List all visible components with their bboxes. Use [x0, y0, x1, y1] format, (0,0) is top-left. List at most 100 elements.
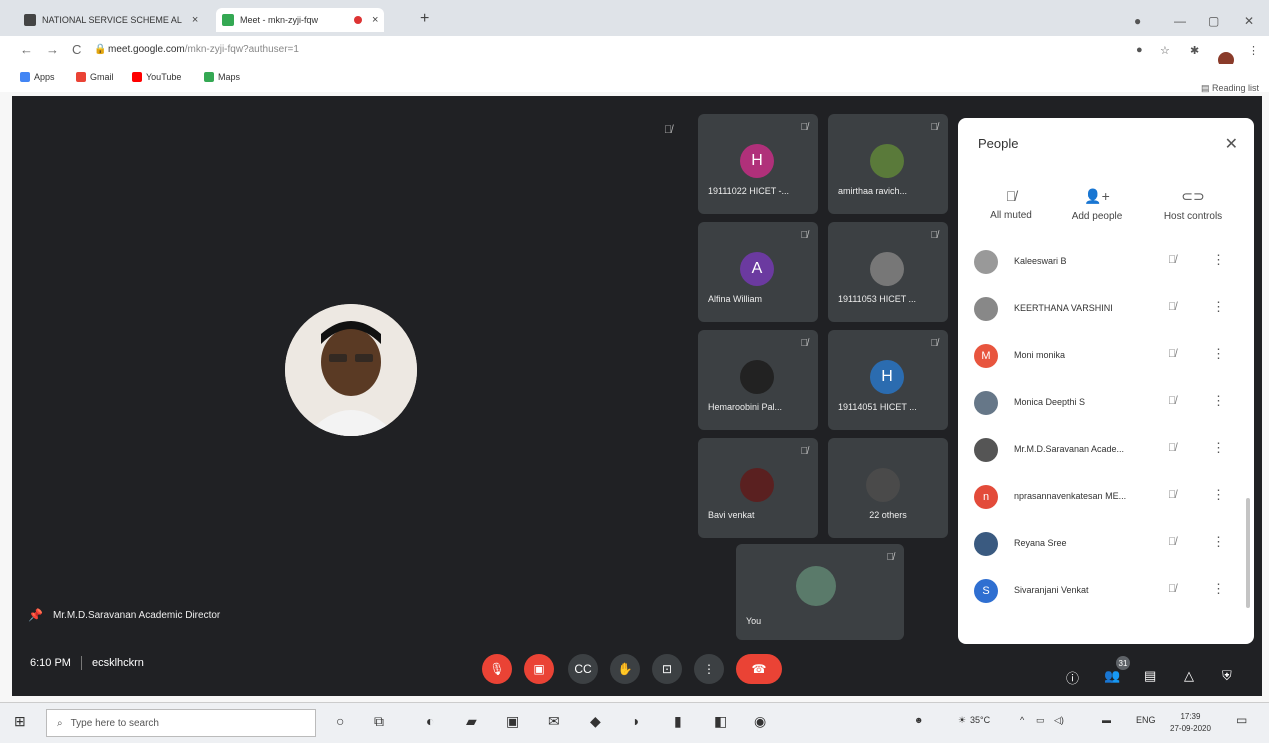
close-icon[interactable]: ×: [192, 14, 198, 26]
chat-icon[interactable]: ▤: [1144, 668, 1156, 684]
minimize-icon[interactable]: —: [1174, 14, 1186, 28]
participant-tile[interactable]: 🎙̸ 19111053 HICET ...: [828, 222, 948, 322]
menu-icon[interactable]: ⋮: [1248, 44, 1259, 57]
list-item[interactable]: Reyana Sree 🎙̸ ⋮: [958, 526, 1254, 566]
participant-tile[interactable]: 🎙̸ H 19114051 HICET ...: [828, 330, 948, 430]
restore-icon[interactable]: ▢: [1208, 14, 1219, 28]
captions-button[interactable]: CC: [568, 654, 598, 684]
language-indicator[interactable]: ENG: [1136, 715, 1156, 725]
leave-call-button[interactable]: ☎: [736, 654, 782, 684]
gmail-icon: [76, 72, 86, 82]
close-window-icon[interactable]: ✕: [1244, 14, 1254, 28]
dropbox-icon[interactable]: ◆: [590, 713, 601, 730]
camera-icon[interactable]: ●: [1136, 44, 1143, 56]
chrome-icon[interactable]: ◉: [754, 713, 766, 730]
participant-tile[interactable]: 🎙̸ Hemaroobini Pal...: [698, 330, 818, 430]
office-icon[interactable]: ◧: [714, 713, 727, 730]
close-icon[interactable]: ×: [372, 14, 378, 26]
bookmark-youtube[interactable]: YouTube: [132, 72, 181, 82]
all-muted-action[interactable]: 🎙̸ All muted: [966, 188, 1056, 221]
people-icon[interactable]: 👥: [1104, 668, 1120, 684]
more-icon[interactable]: ⋮: [1212, 487, 1225, 503]
store-icon[interactable]: ▣: [506, 713, 519, 730]
star-icon[interactable]: ☆: [1160, 44, 1170, 57]
more-icon[interactable]: ⋮: [1212, 252, 1225, 268]
taskbar-search-input[interactable]: ⌕ Type here to search: [46, 709, 316, 737]
network-icon[interactable]: ▭: [1036, 715, 1045, 726]
mail-icon[interactable]: ✉: [548, 713, 560, 730]
task-view-icon[interactable]: ⧉: [374, 713, 384, 730]
close-icon[interactable]: ✕: [1225, 134, 1238, 154]
list-item[interactable]: M Moni monika 🎙̸ ⋮: [958, 338, 1254, 378]
media-icon[interactable]: ◗: [632, 713, 640, 729]
people-tray-icon[interactable]: ☻: [914, 715, 923, 725]
raise-hand-button[interactable]: ✋: [610, 654, 640, 684]
avatar-initial: n: [982, 491, 990, 503]
more-icon[interactable]: ⋮: [1212, 346, 1225, 362]
others-tile[interactable]: 22 others: [828, 438, 948, 538]
edge-icon[interactable]: ◐: [426, 713, 434, 729]
host-controls-action[interactable]: ⊂⊃ Host controls: [1148, 188, 1238, 222]
file-explorer-icon[interactable]: ▰: [466, 713, 477, 730]
camera-toggle-button[interactable]: ▣: [524, 654, 554, 684]
powerpoint-icon[interactable]: ▮: [674, 713, 682, 730]
info-icon[interactable]: ⓘ: [1066, 668, 1079, 687]
tray-chevron-icon[interactable]: ^: [1020, 715, 1024, 725]
more-icon[interactable]: ⋮: [1212, 534, 1225, 550]
temperature[interactable]: 35°C: [970, 715, 990, 725]
extensions-icon[interactable]: ✱: [1190, 44, 1199, 57]
notifications-icon[interactable]: ▭: [1236, 713, 1247, 727]
more-icon[interactable]: ⋮: [1212, 581, 1225, 597]
mic-off-icon: 🎙̸: [800, 230, 809, 241]
add-people-action[interactable]: 👤+ Add people: [1052, 188, 1142, 222]
avatar-initial: S: [982, 585, 990, 597]
mic-toggle-button[interactable]: 🎙: [482, 654, 512, 684]
tab-nss[interactable]: NATIONAL SERVICE SCHEME AL ×: [24, 8, 198, 32]
activities-icon[interactable]: △: [1184, 668, 1194, 684]
reading-list[interactable]: ▤ Reading list: [1201, 83, 1259, 94]
more-icon[interactable]: ⋮: [1212, 299, 1225, 315]
list-item[interactable]: n nprasannavenkatesan ME... 🎙̸ ⋮: [958, 479, 1254, 519]
bookmarks-bar: Apps Gmail YouTube Maps ▤ Reading list: [0, 64, 1269, 94]
list-item[interactable]: KEERTHANA VARSHINI 🎙̸ ⋮: [958, 291, 1254, 331]
self-tile[interactable]: 🎙̸ You: [736, 544, 904, 640]
list-item[interactable]: Kaleeswari B 🎙̸ ⋮: [958, 244, 1254, 284]
url-field[interactable]: meet.google.com/mkn-zyji-fqw?authuser=1: [108, 44, 299, 55]
list-item[interactable]: Mr.M.D.Saravanan Acade... 🎙̸ ⋮: [958, 432, 1254, 472]
windows-start-icon[interactable]: ⊞: [14, 713, 26, 730]
reload-icon[interactable]: C: [72, 42, 81, 57]
more-options-button[interactable]: ⋮: [694, 654, 724, 684]
address-bar: ← → C 🔒 meet.google.com/mkn-zyji-fqw?aut…: [0, 36, 1269, 64]
bookmark-maps[interactable]: Maps: [204, 72, 240, 82]
forward-icon[interactable]: →: [46, 42, 59, 57]
present-button[interactable]: ⊡: [652, 654, 682, 684]
profile-dot-icon[interactable]: ●: [1134, 14, 1141, 28]
pin-icon[interactable]: 📌: [28, 608, 43, 622]
avatar: [974, 391, 998, 415]
participant-tile[interactable]: 🎙̸ amirthaa ravich...: [828, 114, 948, 214]
more-icon[interactable]: ⋮: [1212, 393, 1225, 409]
host-controls-icon[interactable]: ⛨: [1222, 668, 1232, 684]
tab-title: NATIONAL SERVICE SCHEME AL: [42, 15, 182, 25]
meeting-code[interactable]: ecsklhckrn: [92, 657, 144, 669]
clock[interactable]: 17:39 27-09-2020: [1170, 711, 1211, 735]
scrollbar[interactable]: [1246, 498, 1250, 608]
bookmark-apps[interactable]: Apps: [20, 72, 55, 82]
participant-tile[interactable]: 🎙̸ Bavi venkat: [698, 438, 818, 538]
cortana-icon[interactable]: ○: [336, 713, 344, 729]
participant-name: Moni monika: [1014, 350, 1066, 360]
mic-off-icon: 🎙̸: [664, 124, 673, 136]
participant-tile[interactable]: 🎙̸ A Alfina William: [698, 222, 818, 322]
avatar: [974, 297, 998, 321]
bookmark-gmail[interactable]: Gmail: [76, 72, 114, 82]
bookmark-label: Apps: [34, 72, 55, 82]
list-item[interactable]: S Sivaranjani Venkat 🎙̸ ⋮: [958, 573, 1254, 613]
volume-icon[interactable]: ◁): [1054, 715, 1064, 726]
back-icon[interactable]: ←: [20, 42, 33, 57]
battery-icon[interactable]: ▬: [1102, 715, 1111, 725]
new-tab-icon[interactable]: +: [420, 10, 429, 28]
list-item[interactable]: Monica Deepthi S 🎙̸ ⋮: [958, 385, 1254, 425]
more-icon[interactable]: ⋮: [1212, 440, 1225, 456]
tab-meet[interactable]: Meet - mkn-zyji-fqw ×: [216, 8, 385, 32]
participant-tile[interactable]: 🎙̸ H 19111022 HICET -...: [698, 114, 818, 214]
